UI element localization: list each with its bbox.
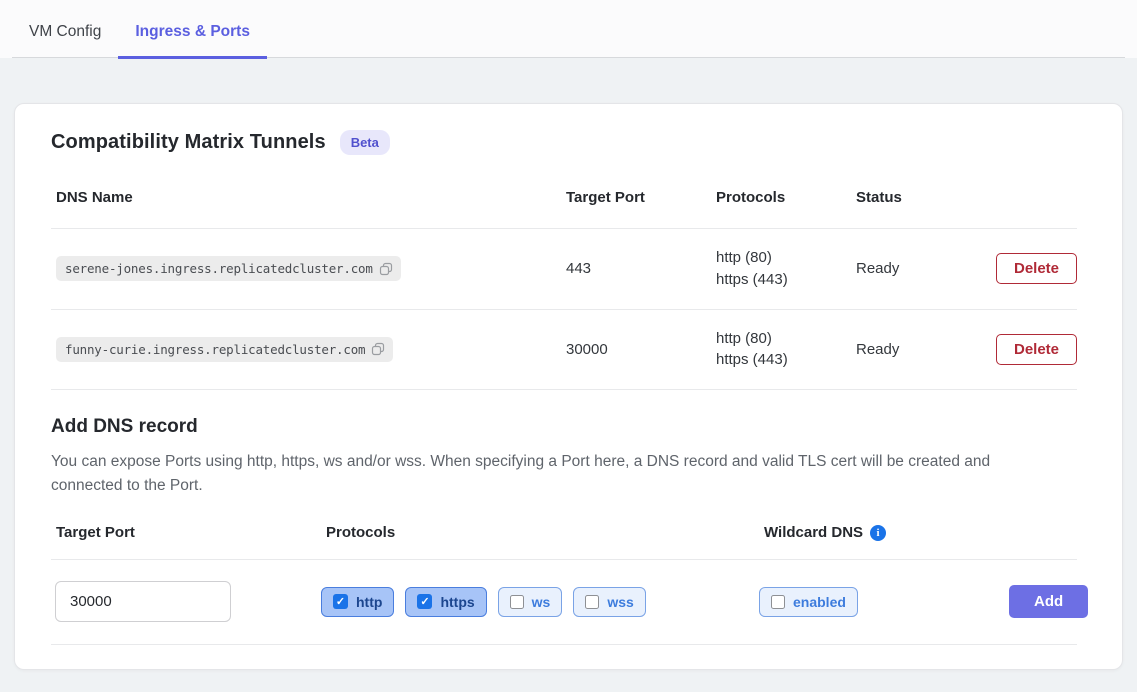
checkbox-https[interactable]: ✓ https <box>405 587 486 617</box>
col-header-status: Status <box>851 189 991 206</box>
col-header-dns-name: DNS Name <box>51 189 561 206</box>
copy-icon[interactable] <box>371 342 385 356</box>
checkbox-enabled-label: enabled <box>793 594 846 610</box>
checked-checkbox-icon: ✓ <box>333 594 348 609</box>
checkbox-http-label: http <box>356 594 382 610</box>
col-header-protocols: Protocols <box>711 189 851 206</box>
col-header-target-port: Target Port <box>561 189 711 206</box>
delete-button[interactable]: Delete <box>996 253 1077 284</box>
dns-name-pill: funny-curie.ingress.replicatedcluster.co… <box>56 337 393 362</box>
dns-name-text: funny-curie.ingress.replicatedcluster.co… <box>65 342 365 357</box>
table-row: funny-curie.ingress.replicatedcluster.co… <box>51 310 1077 391</box>
status-cell: Ready <box>851 260 991 277</box>
dns-name-pill: serene-jones.ingress.replicatedcluster.c… <box>56 256 401 281</box>
dns-name-text: serene-jones.ingress.replicatedcluster.c… <box>65 261 373 276</box>
checked-checkbox-icon: ✓ <box>417 594 432 609</box>
status-cell: Ready <box>851 341 991 358</box>
target-port-cell: 30000 <box>561 341 711 358</box>
card-title: Compatibility Matrix Tunnels <box>51 131 326 154</box>
unchecked-checkbox-icon <box>771 595 785 609</box>
form-label-protocols: Protocols <box>321 524 759 541</box>
checkbox-wildcard-enabled[interactable]: enabled <box>759 587 858 617</box>
checkbox-wss[interactable]: wss <box>573 587 645 617</box>
tab-bar: VM Config Ingress & Ports <box>0 0 1137 58</box>
tab-ingress-ports[interactable]: Ingress & Ports <box>118 0 267 59</box>
checkbox-https-label: https <box>440 594 474 610</box>
form-label-target-port: Target Port <box>51 524 321 541</box>
checkbox-http[interactable]: ✓ http <box>321 587 394 617</box>
target-port-input[interactable] <box>55 581 231 622</box>
protocol-line: http (80) <box>716 328 851 350</box>
form-label-wildcard-dns: Wildcard DNS i <box>759 524 1009 541</box>
form-controls-row: ✓ http ✓ https ws wss enabled Add <box>51 560 1077 645</box>
wildcard-dns-label-text: Wildcard DNS <box>764 524 863 541</box>
copy-icon[interactable] <box>379 262 393 276</box>
unchecked-checkbox-icon <box>510 595 524 609</box>
protocols-cell: http (80) https (443) <box>711 247 851 291</box>
add-dns-description: You can expose Ports using http, https, … <box>51 450 1061 498</box>
beta-badge: Beta <box>340 130 390 155</box>
checkbox-ws[interactable]: ws <box>498 587 563 617</box>
checkbox-wss-label: wss <box>607 594 633 610</box>
protocol-checkbox-group: ✓ http ✓ https ws wss <box>321 587 759 617</box>
tunnels-table: DNS Name Target Port Protocols Status se… <box>51 181 1077 390</box>
protocol-line: https (443) <box>716 269 851 291</box>
delete-button[interactable]: Delete <box>996 334 1077 365</box>
unchecked-checkbox-icon <box>585 595 599 609</box>
protocol-line: http (80) <box>716 247 851 269</box>
checkbox-ws-label: ws <box>532 594 551 610</box>
table-header-row: DNS Name Target Port Protocols Status <box>51 181 1077 229</box>
info-icon[interactable]: i <box>870 525 886 541</box>
table-row: serene-jones.ingress.replicatedcluster.c… <box>51 229 1077 310</box>
tab-vm-config[interactable]: VM Config <box>12 0 118 59</box>
tunnels-card: Compatibility Matrix Tunnels Beta DNS Na… <box>14 103 1123 670</box>
protocol-line: https (443) <box>716 349 851 371</box>
target-port-cell: 443 <box>561 260 711 277</box>
add-dns-record-heading: Add DNS record <box>51 416 1077 438</box>
add-button[interactable]: Add <box>1009 585 1088 618</box>
form-labels-row: Target Port Protocols Wildcard DNS i <box>51 524 1077 560</box>
protocols-cell: http (80) https (443) <box>711 328 851 372</box>
